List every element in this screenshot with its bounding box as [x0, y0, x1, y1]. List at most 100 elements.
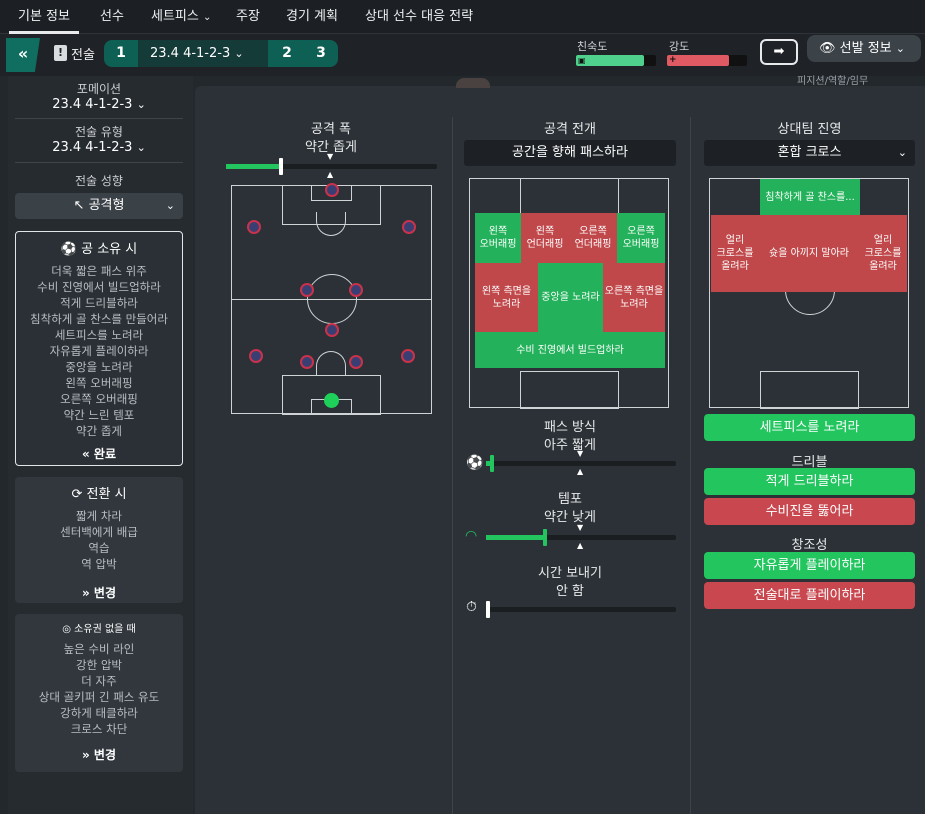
- tab-opposition-instructions[interactable]: 상대 선수 대응 전략: [365, 0, 473, 34]
- tempo-slider[interactable]: ▼ ▲: [486, 523, 676, 550]
- timewaste-slider[interactable]: [486, 601, 676, 618]
- dribble-less-button[interactable]: 적게 드리블하라: [704, 468, 915, 495]
- slider-handle[interactable]: [490, 455, 494, 472]
- setpiece-button[interactable]: 세트피스를 노려라: [704, 414, 915, 441]
- tactic-slot-1[interactable]: 1: [104, 40, 138, 67]
- zone-early-cross-left[interactable]: 얼리 크로스를 올려라: [711, 215, 759, 292]
- in-possession-item: 더욱 짧은 패스 위주: [51, 264, 147, 278]
- lineup-info-button[interactable]: 👁 선발 정보 ⌄: [807, 35, 921, 62]
- player-marker[interactable]: [401, 349, 415, 363]
- player-marker[interactable]: [349, 283, 363, 297]
- in-possession-item: 왼쪽 오버래핑: [65, 376, 133, 390]
- no-ball-icon: ◎: [62, 624, 71, 635]
- goalkeeper-marker[interactable]: [324, 393, 339, 408]
- chevron-down-icon: ⌄: [165, 199, 175, 212]
- zone-shoot-on-sight[interactable]: 슛을 아끼지 말아라: [759, 215, 859, 292]
- cross-select[interactable]: 혼합 크로스 ⌄: [704, 140, 915, 166]
- slider-mark-bottom: ▲: [327, 170, 334, 179]
- tactic-type-dropdown[interactable]: 23.4 4-1-2-3 ⌄: [15, 140, 183, 155]
- formation-dropdown[interactable]: 23.4 4-1-2-3 ⌄: [15, 97, 183, 112]
- divider: [15, 118, 183, 119]
- stopwatch-icon: ⏱: [466, 599, 477, 615]
- slider-handle[interactable]: [486, 601, 490, 618]
- out-of-possession-item: 강한 압박: [76, 658, 122, 672]
- out-of-possession-list: 높은 수비 라인 강한 압박 더 자주 상대 골키퍼 긴 패스 유도 강하게 태클하라 크…: [15, 641, 183, 737]
- player-marker[interactable]: [300, 283, 314, 297]
- zone-left-overlap[interactable]: 왼쪽 오버래핑: [475, 213, 521, 263]
- mentality-dropdown[interactable]: ↖ 공격형 ⌄: [15, 193, 183, 219]
- tab-captain[interactable]: 주장: [236, 0, 260, 34]
- in-possession-item: 중앙을 노려라: [65, 360, 133, 374]
- tactic-slot-selector: 1 23.4 4-1-2-3 ⌄ 2 3: [104, 40, 338, 67]
- player-marker[interactable]: [300, 355, 314, 369]
- zone-left-flank[interactable]: 왼쪽 측면을 노려라: [475, 263, 538, 332]
- center-circle: [307, 274, 357, 324]
- zone-center[interactable]: 중앙을 노려라: [538, 263, 603, 332]
- change-label: 변경: [93, 748, 117, 762]
- out-of-possession-card[interactable]: ◎ 소유권 없을 때 높은 수비 라인 강한 압박 더 자주 상대 골키퍼 긴 패스 …: [15, 614, 183, 772]
- zone-early-cross-right[interactable]: 얼리 크로스를 올려라: [859, 215, 907, 292]
- tab-basic-info[interactable]: 기본 정보: [9, 0, 79, 34]
- chevron-down-icon: ⌄: [234, 47, 244, 60]
- tab-set-pieces[interactable]: 세트피스 ⌄: [151, 0, 211, 34]
- change-button[interactable]: » 변경: [15, 584, 183, 601]
- run-at-defence-button[interactable]: 수비진을 뚫어라: [704, 498, 915, 525]
- in-possession-item: 자유롭게 플레이하라: [49, 344, 149, 358]
- column-divider: [452, 117, 453, 814]
- formation-value: 23.4 4-1-2-3: [52, 97, 133, 112]
- player-marker[interactable]: [247, 220, 261, 234]
- tactic-slot-2[interactable]: 2: [270, 40, 304, 67]
- player-marker[interactable]: [349, 355, 363, 369]
- player-marker[interactable]: [249, 349, 263, 363]
- tactic-slot-3[interactable]: 3: [304, 40, 338, 67]
- double-chevron-left-icon: «: [81, 447, 90, 461]
- tempo-value: 약간 낮게: [544, 510, 596, 525]
- disciplined-button[interactable]: 전술대로 플레이하라: [704, 582, 915, 609]
- zone-patient[interactable]: 침착하게 골 찬스를...: [760, 179, 860, 215]
- in-possession-item: 수비 진영에서 빌드업하라: [37, 280, 161, 294]
- slider-mark-top: ▼: [577, 449, 584, 458]
- tab-players[interactable]: 선수: [100, 0, 124, 34]
- column-divider: [690, 117, 691, 814]
- change-label: 변경: [93, 586, 117, 600]
- opponent-half-title: 상대팀 진영: [777, 122, 842, 137]
- slider-handle[interactable]: [279, 158, 283, 175]
- arrow-right-button[interactable]: ➡: [760, 39, 798, 65]
- tab-match-plan[interactable]: 경기 계획: [286, 0, 338, 34]
- tab-set-pieces-label: 세트피스: [151, 9, 199, 24]
- slider-handle[interactable]: [543, 529, 547, 546]
- buildup-select[interactable]: 공간을 향해 패스하라: [464, 140, 676, 166]
- player-marker[interactable]: [325, 323, 339, 337]
- attack-pitch: 왼쪽 오버래핑 왼쪽 언더래핑 오른쪽 언더래핑 오른쪽 오버래핑 왼쪽 측면을…: [469, 178, 669, 409]
- change-button[interactable]: » 변경: [15, 746, 183, 763]
- in-transition-card[interactable]: ⟳ 전환 시 짧게 차라 센터백에게 배급 역습 역 압박 » 변경: [15, 477, 183, 603]
- mentality-value: 공격형: [88, 198, 125, 213]
- in-possession-item: 약간 좁게: [76, 424, 122, 438]
- out-of-possession-item: 더 자주: [81, 674, 117, 688]
- current-tactic-dropdown[interactable]: 23.4 4-1-2-3 ⌄: [138, 40, 268, 67]
- player-marker[interactable]: [402, 220, 416, 234]
- pitch-box: [760, 371, 859, 409]
- chevron-down-icon: ⌄: [136, 98, 146, 111]
- free-play-button[interactable]: 자유롭게 플레이하라: [704, 552, 915, 579]
- in-transition-item: 센터백에게 배급: [60, 525, 138, 539]
- out-of-possession-item: 상대 골키퍼 긴 패스 유도: [38, 690, 160, 704]
- in-possession-card[interactable]: ⚽ 공 소유 시 더욱 짧은 패스 위주 수비 진영에서 빌드업하라 적게 드리블하…: [15, 231, 183, 466]
- zone-left-underlap[interactable]: 왼쪽 언더래핑: [521, 213, 569, 263]
- slider-mark-top: ▼: [327, 152, 334, 161]
- tactic-type-label: 전술 유형: [75, 125, 123, 139]
- player-marker[interactable]: [325, 183, 339, 197]
- zone-right-flank[interactable]: 오른쪽 측면을 노려라: [603, 263, 665, 332]
- back-button[interactable]: «: [6, 38, 40, 72]
- zone-buildup[interactable]: 수비 진영에서 빌드업하라: [475, 332, 665, 368]
- pitch-box: [520, 178, 619, 214]
- zone-right-underlap[interactable]: 오른쪽 언더래핑: [569, 213, 617, 263]
- pass-slider[interactable]: ▼ ▲: [486, 449, 676, 476]
- pitch-box: [520, 371, 619, 409]
- zone-right-overlap[interactable]: 오른쪽 오버래핑: [617, 213, 665, 263]
- attack-width-title: 공격 폭: [310, 122, 351, 137]
- attack-width-slider[interactable]: ▼ ▲: [226, 152, 437, 179]
- done-button[interactable]: « 완료: [16, 445, 182, 462]
- opponent-pitch: 침착하게 골 찬스를... 얼리 크로스를 올려라 슛을 아끼지 말아라 얼리 …: [709, 178, 909, 409]
- familiarity-fill: [576, 55, 644, 66]
